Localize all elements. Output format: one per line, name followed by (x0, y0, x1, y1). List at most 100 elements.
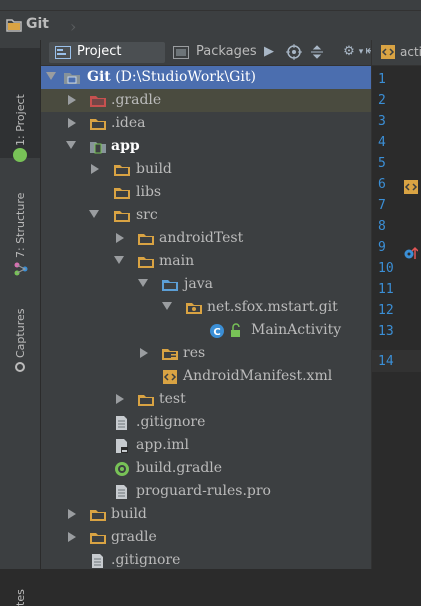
excluded-folder-icon (89, 93, 107, 109)
tree-item-build-gradle[interactable]: build.gradle (41, 457, 371, 480)
tree-item-label: libs (136, 184, 162, 200)
line-number: 12 (378, 303, 394, 318)
xml-file-icon (380, 45, 396, 63)
tree-item-label: test (159, 391, 186, 407)
expand-arrow-icon[interactable] (114, 256, 124, 264)
editor-area: acti 1 2 3 4 5 6 7 8 9 10 11 12 13 14 (371, 40, 421, 569)
tree-item-app-gitignore[interactable]: .gitignore (41, 411, 371, 434)
breadcrumb-separator-icon: › (70, 17, 77, 36)
tree-item-label: net.sfox.mstart.git (207, 299, 338, 315)
tree-item-label: androidTest (159, 230, 244, 246)
tree-item-label: proguard-rules.pro (136, 483, 271, 499)
editor-tab[interactable]: acti (372, 40, 421, 66)
line-number: 3 (378, 114, 386, 129)
expand-arrow-icon[interactable] (68, 118, 76, 128)
line-number: 11 (378, 282, 394, 297)
android-icon (13, 148, 27, 162)
expand-arrow-icon[interactable] (138, 279, 148, 287)
tree-item-root-label: Git (D:\StudioWork\Git) (87, 69, 256, 85)
folder-icon (137, 231, 155, 247)
tree-item-root-build[interactable]: build (41, 503, 371, 526)
line-number: 1 (378, 72, 386, 87)
xml-file-icon (161, 369, 179, 385)
expand-arrow-icon[interactable] (91, 164, 99, 174)
tree-item-package[interactable]: net.sfox.mstart.git (41, 296, 371, 319)
expand-arrow-icon[interactable] (162, 302, 172, 310)
tool-tab-structure-label[interactable]: 7: Structure (14, 193, 27, 258)
line-number: 5 (378, 156, 386, 171)
structure-icon (14, 262, 28, 280)
tree-item-root[interactable]: Git (D:\StudioWork\Git) (41, 66, 371, 89)
tree-item-test[interactable]: test (41, 388, 371, 411)
override-gutter-icon[interactable] (404, 246, 419, 264)
java-class-icon: C (209, 323, 227, 339)
tree-item-manifest[interactable]: AndroidManifest.xml (41, 365, 371, 388)
folder-icon (137, 254, 155, 270)
project-tree: Git (D:\StudioWork\Git) .gradle .idea ap… (41, 66, 371, 569)
tree-item-libs[interactable]: libs (41, 181, 371, 204)
tree-item-src[interactable]: src (41, 204, 371, 227)
editor-gutter: 1 2 3 4 5 6 7 8 9 10 11 12 13 14 (372, 66, 421, 569)
breadcrumb-item-git[interactable]: Git (26, 16, 49, 32)
more-tabs-icon[interactable]: ▶ (259, 42, 279, 62)
tool-tab-captures-label[interactable]: Captures (14, 309, 27, 358)
tree-item-label: .gitignore (136, 414, 206, 430)
tree-item-idea-dir[interactable]: .idea (41, 112, 371, 135)
line-number: 9 (378, 240, 386, 255)
folder-icon (89, 507, 107, 523)
line-number: 10 (378, 261, 394, 276)
line-number: 4 (378, 135, 386, 150)
folder-icon (6, 18, 22, 36)
tab-project-label: Project (77, 44, 122, 59)
tree-item-label: main (159, 253, 195, 269)
expand-arrow-icon[interactable] (68, 509, 76, 519)
tree-item-main[interactable]: main (41, 250, 371, 273)
module-folder-icon (63, 70, 81, 86)
tree-item-app-iml[interactable]: app.iml (41, 434, 371, 457)
root-name: Git (87, 69, 111, 85)
expand-arrow-icon[interactable] (66, 141, 76, 149)
tree-item-label: app (111, 138, 140, 154)
tree-item-java[interactable]: java (41, 273, 371, 296)
project-toolbar: Project Packages ▶ ⚙ ▾ ⇤ (41, 40, 376, 66)
tool-tab-project-label[interactable]: 1: Project (14, 94, 27, 146)
project-view-icon (55, 46, 71, 63)
folder-icon (113, 208, 131, 224)
expand-arrow-icon[interactable] (68, 532, 76, 542)
expand-arrow-icon[interactable] (89, 210, 99, 218)
expand-arrow-icon[interactable] (68, 95, 76, 105)
tree-item-res[interactable]: res (41, 342, 371, 365)
collapse-all-icon[interactable] (307, 42, 327, 62)
line-number: 6 (378, 177, 386, 192)
text-file-icon (89, 553, 107, 569)
expand-arrow-icon[interactable] (116, 233, 124, 243)
gradle-file-icon (113, 461, 131, 477)
scroll-from-source-icon[interactable] (284, 42, 304, 62)
expand-arrow-icon[interactable] (116, 394, 124, 404)
tree-item-main-activity[interactable]: C MainActivity (41, 319, 371, 342)
iml-file-icon (113, 438, 131, 454)
tree-item-app-build[interactable]: build (41, 158, 371, 181)
resource-folder-icon (161, 346, 179, 362)
text-file-icon (113, 484, 131, 500)
tree-item-root-gradle[interactable]: gradle (41, 526, 371, 549)
folder-icon (113, 185, 131, 201)
tool-window-strip: 1: Project 7: Structure Captures tes (0, 40, 41, 606)
tree-item-proguard[interactable]: proguard-rules.pro (41, 480, 371, 503)
tree-item-label: app.iml (136, 437, 189, 453)
tool-tab-bottom-label[interactable]: tes (14, 589, 27, 606)
tab-packages[interactable]: Packages (169, 42, 261, 63)
expand-arrow-icon[interactable] (140, 348, 148, 358)
unlocked-icon (229, 323, 247, 339)
expand-arrow-icon[interactable] (46, 72, 56, 80)
tree-item-gradle-dir[interactable]: .gradle (41, 89, 371, 112)
editor-tab-label: acti (400, 45, 421, 59)
main-toolbar (0, 0, 421, 11)
tree-item-label: .gradle (111, 92, 162, 108)
tree-item-android-test[interactable]: androidTest (41, 227, 371, 250)
line-number: 2 (378, 93, 386, 108)
tree-item-app[interactable]: app (41, 135, 371, 158)
tab-project[interactable]: Project (49, 42, 165, 63)
tree-item-label: MainActivity (251, 322, 342, 338)
xml-file-gutter-icon[interactable] (404, 180, 418, 198)
